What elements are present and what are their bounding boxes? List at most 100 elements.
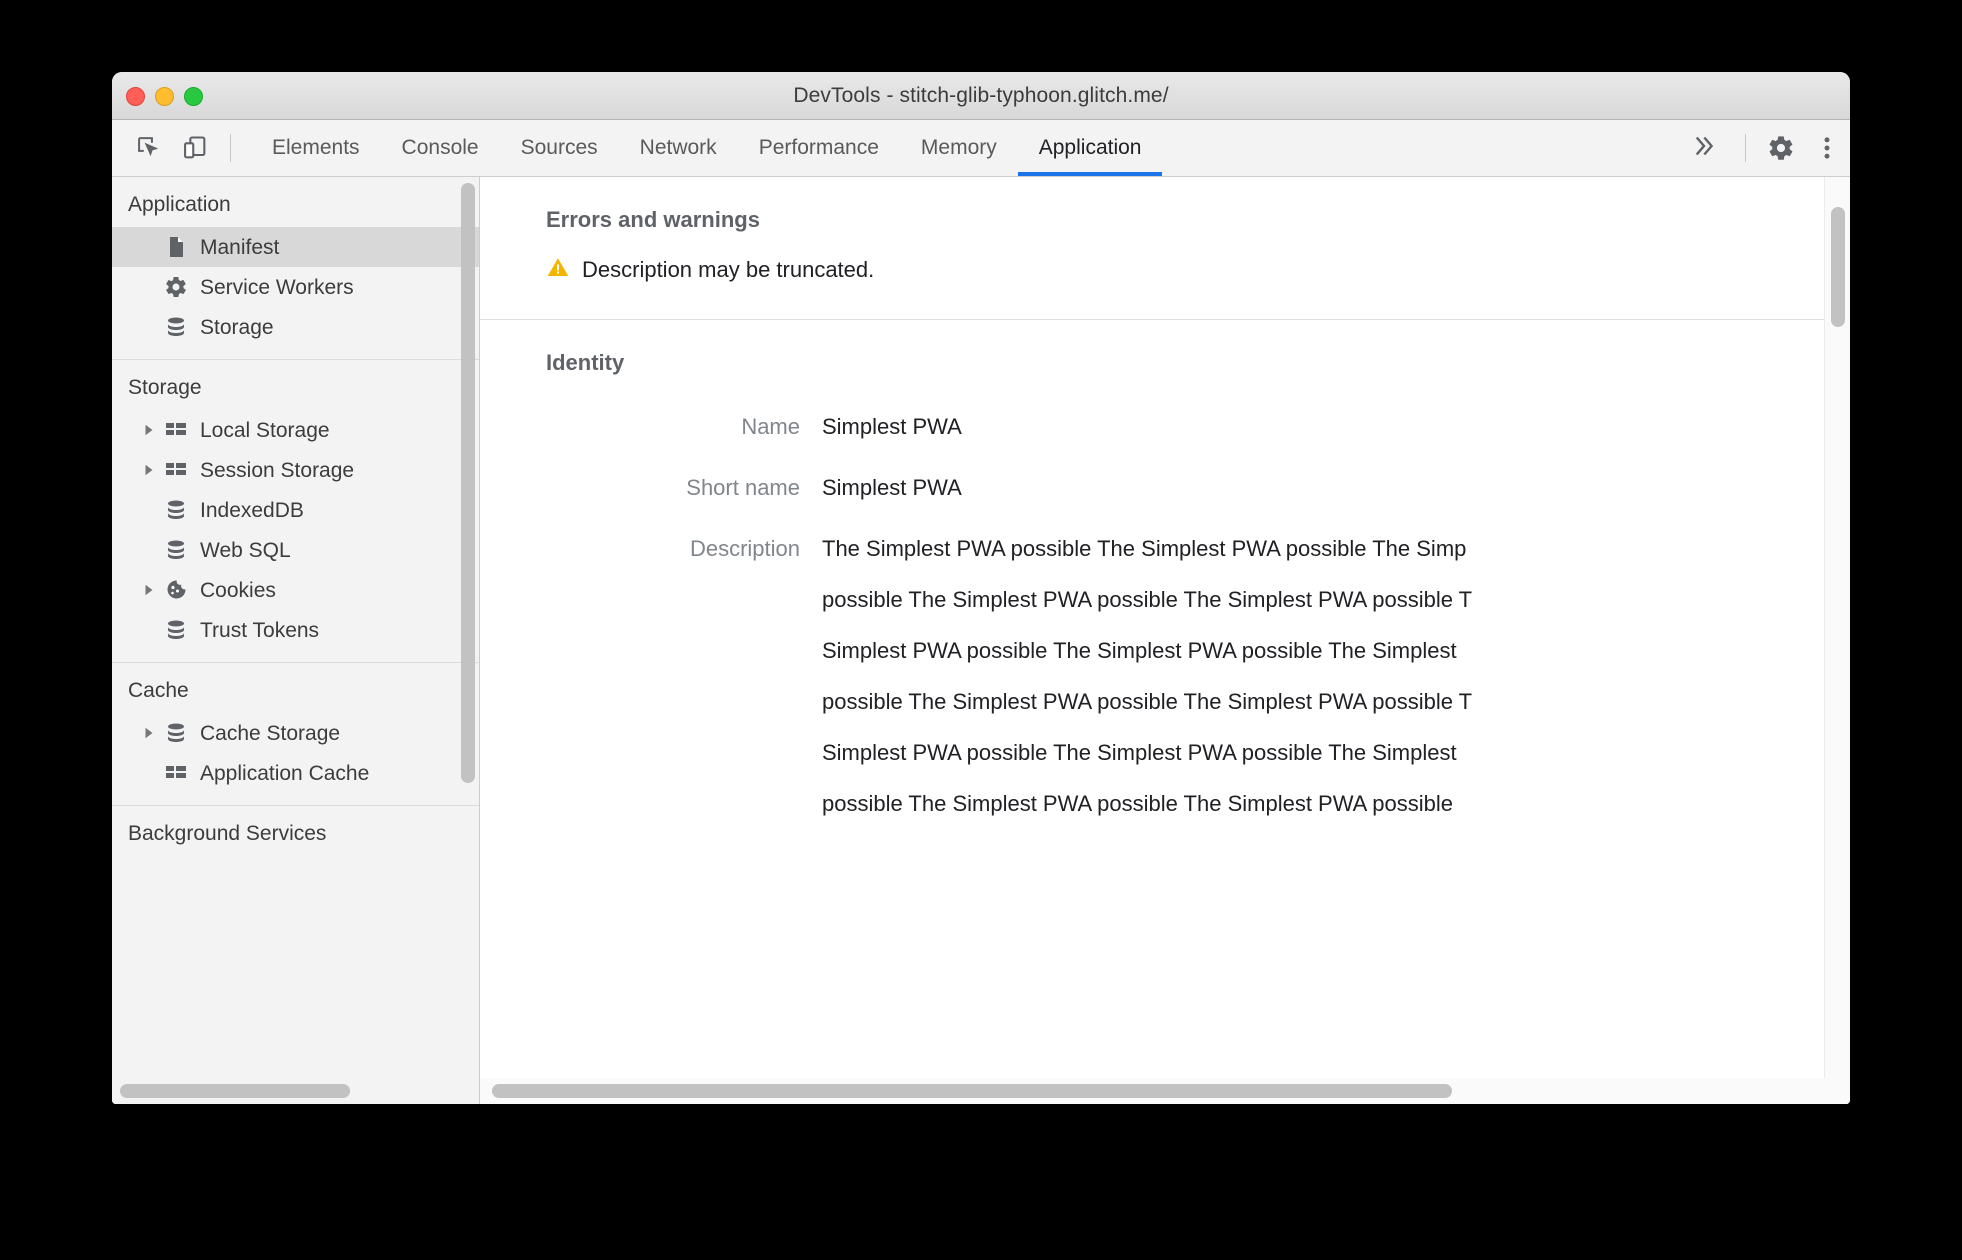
database-icon [160,721,192,745]
gear-icon [1767,134,1795,162]
main-vertical-scrollbar-thumb[interactable] [1831,207,1845,327]
cookie-icon [160,578,192,602]
sidebar-item-label: Cookies [200,578,276,602]
kebab-menu-icon [1813,134,1841,162]
sidebar-item-cookies[interactable]: Cookies [112,570,479,610]
panel-tabs: Elements Console Sources Network Perform… [251,120,1163,176]
table-icon [160,418,192,442]
sidebar-item-manifest[interactable]: Manifest [112,227,479,267]
description-line: possible The Simplest PWA possible The S… [822,587,1473,613]
maximize-window-button[interactable] [184,86,203,106]
application-sidebar: Application Manifest Service Workers Sto… [112,177,480,1104]
toolbar-divider-right [1745,134,1746,162]
identity-section: Identity Name Simplest PWA Short name Si… [480,320,1824,880]
tab-performance[interactable]: Performance [738,120,900,176]
sidebar-item-cache-storage[interactable]: Cache Storage [112,713,479,753]
sidebar-item-session-storage[interactable]: Session Storage [112,450,479,490]
more-tabs-button[interactable] [1675,120,1733,176]
sidebar-group-application: Application Manifest Service Workers Sto… [112,177,479,360]
database-icon [160,618,192,642]
traffic-lights [126,72,203,120]
sidebar-group-title-cache: Cache [128,679,189,702]
expand-triangle-icon[interactable] [138,583,160,597]
field-label: Description [689,536,800,562]
chevron-double-right-icon [1691,133,1717,164]
tab-elements[interactable]: Elements [251,120,381,176]
sidebar-item-label: Manifest [200,235,280,259]
devtools-window: DevTools - stitch-glib-typhoon.glitch.me… [112,72,1850,1104]
inspect-element-button[interactable] [126,120,172,176]
database-icon [160,315,192,339]
expand-triangle-icon[interactable] [138,423,160,437]
sidebar-item-storage[interactable]: Storage [112,307,479,347]
sidebar-horizontal-scrollbar[interactable] [120,1084,350,1098]
minimize-window-button[interactable] [155,86,174,106]
devtools-toolbar: Elements Console Sources Network Perform… [112,120,1850,177]
sidebar-group-title-application: Application [128,193,231,216]
sidebar-item-label: Trust Tokens [200,618,320,642]
inspect-element-icon [135,134,163,162]
sidebar-item-service-workers[interactable]: Service Workers [112,267,479,307]
errors-section-title: Errors and warnings [546,207,760,232]
sidebar-item-label: Application Cache [200,761,370,785]
sidebar-item-label: Session Storage [200,458,355,482]
tab-sources[interactable]: Sources [500,120,619,176]
database-icon [160,498,192,522]
sidebar-group-title-storage: Storage [128,376,202,399]
main-horizontal-scrollbar-track[interactable] [480,1078,1850,1104]
tab-network[interactable]: Network [619,120,738,176]
description-line: Simplest PWA possible The Simplest PWA p… [822,740,1457,766]
warning-message: Description may be truncated. [582,257,875,282]
sidebar-group-background-services: Background Services [112,806,479,868]
expand-triangle-icon[interactable] [138,463,160,477]
expand-triangle-icon[interactable] [138,726,160,740]
tab-memory[interactable]: Memory [900,120,1018,176]
warning-row: Description may be truncated. [546,241,1824,319]
identity-section-title: Identity [546,350,625,375]
sidebar-item-local-storage[interactable]: Local Storage [112,410,479,450]
settings-button[interactable] [1758,120,1804,176]
sidebar-item-label: Cache Storage [200,721,341,745]
manifest-content: Errors and warnings Description may be t… [480,177,1824,1078]
table-icon [160,761,192,785]
toolbar-right-actions [1675,120,1850,176]
tab-application[interactable]: Application [1017,120,1163,176]
errors-and-warnings-section: Errors and warnings Description may be t… [480,177,1824,320]
database-icon [160,538,192,562]
main-horizontal-scrollbar-thumb[interactable] [492,1084,1452,1098]
description-line: Simplest PWA possible The Simplest PWA p… [822,638,1457,664]
sidebar-item-application-cache[interactable]: Application Cache [112,753,479,793]
window-titlebar: DevTools - stitch-glib-typhoon.glitch.me… [112,72,1850,120]
tab-console[interactable]: Console [381,120,500,176]
sidebar-item-label: Web SQL [200,538,291,562]
close-window-button[interactable] [126,86,145,106]
main-menu-button[interactable] [1804,120,1850,176]
field-name: Name Simplest PWA [546,412,1824,441]
sidebar-item-web-sql[interactable]: Web SQL [112,530,479,570]
sidebar-item-indexeddb[interactable]: IndexedDB [112,490,479,530]
gear-icon [160,275,192,299]
table-icon [160,458,192,482]
sidebar-item-label: IndexedDB [200,498,304,522]
field-value: Simplest PWA [822,475,962,501]
document-icon [160,235,192,259]
description-line: possible The Simplest PWA possible The S… [822,689,1473,715]
sidebar-item-label: Local Storage [200,418,330,442]
field-description: Description The Simplest PWA possible Th… [546,534,1824,818]
window-title: DevTools - stitch-glib-typhoon.glitch.me… [793,83,1169,107]
field-value: Simplest PWA [822,414,962,439]
sidebar-group-cache: Cache Cache Storage Application Cache [112,663,479,806]
sidebar-item-label: Service Workers [200,275,354,299]
sidebar-vertical-scrollbar[interactable] [461,183,475,783]
sidebar-item-label: Storage [200,315,274,339]
device-toolbar-button[interactable] [172,120,218,176]
field-label: Short name [686,475,800,501]
devtools-body: Application Manifest Service Workers Sto… [112,177,1850,1104]
warning-triangle-icon [546,255,570,285]
field-short-name: Short name Simplest PWA [546,473,1824,502]
sidebar-group-title-background-services: Background Services [128,822,327,845]
main-vertical-scrollbar-track[interactable] [1824,177,1850,1078]
sidebar-item-trust-tokens[interactable]: Trust Tokens [112,610,479,650]
device-toolbar-icon [181,134,209,162]
description-line: possible The Simplest PWA possible The S… [822,791,1453,817]
